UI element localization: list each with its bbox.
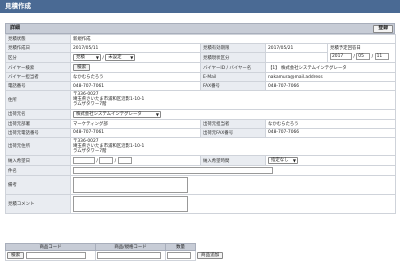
answer-month-input[interactable]: 05 (356, 52, 371, 60)
delivery-year-input[interactable] (73, 157, 95, 165)
comment-textarea[interactable] (73, 196, 188, 213)
item-qty-input[interactable] (167, 252, 191, 259)
chevron-down-icon: ▼ (95, 55, 99, 60)
subject-input[interactable] (73, 167, 273, 175)
item-name-input[interactable] (97, 252, 161, 259)
delivery-time-select[interactable]: 指定なし ▼ (268, 157, 298, 165)
buyer-code-label: バイヤーID / バイヤー名 (200, 62, 266, 73)
col-item-name: 商品/規格コード (95, 243, 166, 251)
prod-status-label: 見積現状区分 (200, 52, 266, 63)
buyer-staff-label: バイヤー担当者 (5, 72, 71, 82)
item-name-cell (95, 250, 166, 261)
buyer-code-value: 【1】 株式会社システムインテグレータ (264, 62, 397, 73)
item-entry-table: 商品コード 商品/規格コード 数量 検索 商品追加 (5, 243, 226, 261)
answer-year-input[interactable]: 2017 (330, 52, 352, 60)
address-value: 〒336-0027 埼玉県さいたま市浦和区沼影1-10-1 ラムザタワー7階 (69, 90, 397, 110)
subject-cell (69, 165, 397, 177)
status-value: 新規作成 (69, 34, 397, 44)
tel-value: 048-707-7061 (70, 81, 201, 91)
item-code-cell: 検索 (5, 250, 96, 261)
delivery-time-label: 納入希望時間 (200, 155, 266, 167)
ship-tel-value: 048-707-7061 (70, 127, 201, 138)
ship-dept-value: マーケティング部 (70, 118, 201, 129)
comment-cell (69, 194, 397, 215)
item-code-input[interactable] (25, 252, 86, 259)
address-label: 住所 (5, 90, 71, 110)
delivery-date-cell: / / (70, 155, 201, 167)
fax-value: 048-707-7066 (264, 81, 397, 91)
item-search-button[interactable]: 検索 (7, 252, 25, 259)
category-label: 区分 (5, 52, 71, 63)
answer-label: 見積予定回答日 (330, 46, 361, 51)
page-title: 見積作成 (0, 0, 400, 13)
ship-staff-value: なかむらたろう (264, 118, 397, 129)
tel-label: 電話番号 (5, 81, 71, 91)
note-cell (69, 175, 397, 196)
ship-fax-value: 048-707-7066 (264, 127, 397, 138)
buyer-search-cell: 検索 (70, 62, 201, 73)
note-textarea[interactable] (73, 177, 188, 194)
answer-day-input[interactable]: 11 (374, 53, 389, 60)
delivery-day-input[interactable] (117, 157, 132, 165)
category-select[interactable]: 見積 ▼ (73, 54, 101, 61)
date-label: 見積作成日 (5, 43, 71, 53)
category-cell: 見積 ▼ / 未設定 ▼ (70, 52, 201, 63)
ship-fax-label: 出荷元FAX番号 (200, 127, 266, 138)
delivery-time-cell: 指定なし ▼ (264, 155, 397, 167)
note-label: 備考 (5, 175, 71, 196)
delivery-month-input[interactable] (99, 157, 114, 165)
address-line2: ラムザタワー7階 (73, 102, 107, 108)
ship-staff-label: 出荷元担当者 (200, 118, 266, 129)
buyer-staff-value: なかむらたろう (70, 72, 201, 82)
ship-dept-label: 出荷元部署 (5, 118, 71, 129)
chevron-down-icon: ▼ (292, 158, 296, 164)
ship-tel-label: 出荷元電話番号 (5, 127, 71, 138)
status-label: 見積状態 (5, 34, 71, 44)
chevron-down-icon: ▼ (130, 55, 134, 60)
detail-header: 詳細 登録 (5, 23, 395, 34)
estimate-form-panel: 詳細 登録 見積状態 新規作成 見積作成日 2017/05/11 見積有効期限 … (5, 23, 397, 215)
item-entry-area: 商品コード 商品/規格コード 数量 検索 商品追加 (5, 243, 226, 261)
valid-value: 2017/05/21 (265, 43, 328, 53)
buyer-search-label: バイヤー検索 (5, 62, 71, 73)
register-button[interactable]: 登録 (373, 25, 393, 33)
ship-address-value: 〒336-0027 埼玉県さいたま市浦和区沼影1-10-1 ラムザタワー7階 (69, 136, 397, 157)
email-label: E-Mail (200, 72, 266, 82)
col-item-code: 商品コード (5, 243, 96, 251)
item-qty-cell (165, 250, 196, 261)
col-item-qty: 数量 (165, 243, 196, 251)
delivery-date-label: 納入希望日 (5, 155, 71, 167)
add-item-button[interactable]: 商品追加 (197, 252, 224, 259)
ship-address-label: 出荷元住所 (5, 136, 71, 157)
email-value: nakamura@mail.address (264, 72, 397, 82)
ship-name-cell: 株式会社システムインテグレータ ▼ (69, 108, 397, 120)
comment-label: 見積コメント (5, 194, 71, 215)
answer-date-cell: 見積予定回答日 2017 / 05 / 11 (326, 43, 397, 63)
chevron-down-icon: ▼ (155, 111, 159, 117)
prod-status-value (265, 52, 328, 63)
date-value: 2017/05/11 (70, 43, 201, 53)
valid-label: 見積有効期限 (200, 43, 266, 53)
subject-label: 件名 (5, 165, 71, 177)
ship-address-line2: ラムザタワー7階 (73, 149, 107, 155)
estimate-form-table: 見積状態 新規作成 見積作成日 2017/05/11 見積有効期限 2017/0… (5, 34, 397, 215)
category-sub-select[interactable]: 未設定 ▼ (105, 54, 136, 61)
buyer-search-button[interactable]: 検索 (73, 64, 91, 71)
fax-label: FAX番号 (200, 81, 266, 91)
ship-name-label: 出荷元名 (5, 108, 71, 120)
ship-name-select[interactable]: 株式会社システムインテグレータ ▼ (73, 110, 161, 118)
detail-heading: 詳細 (10, 25, 21, 31)
